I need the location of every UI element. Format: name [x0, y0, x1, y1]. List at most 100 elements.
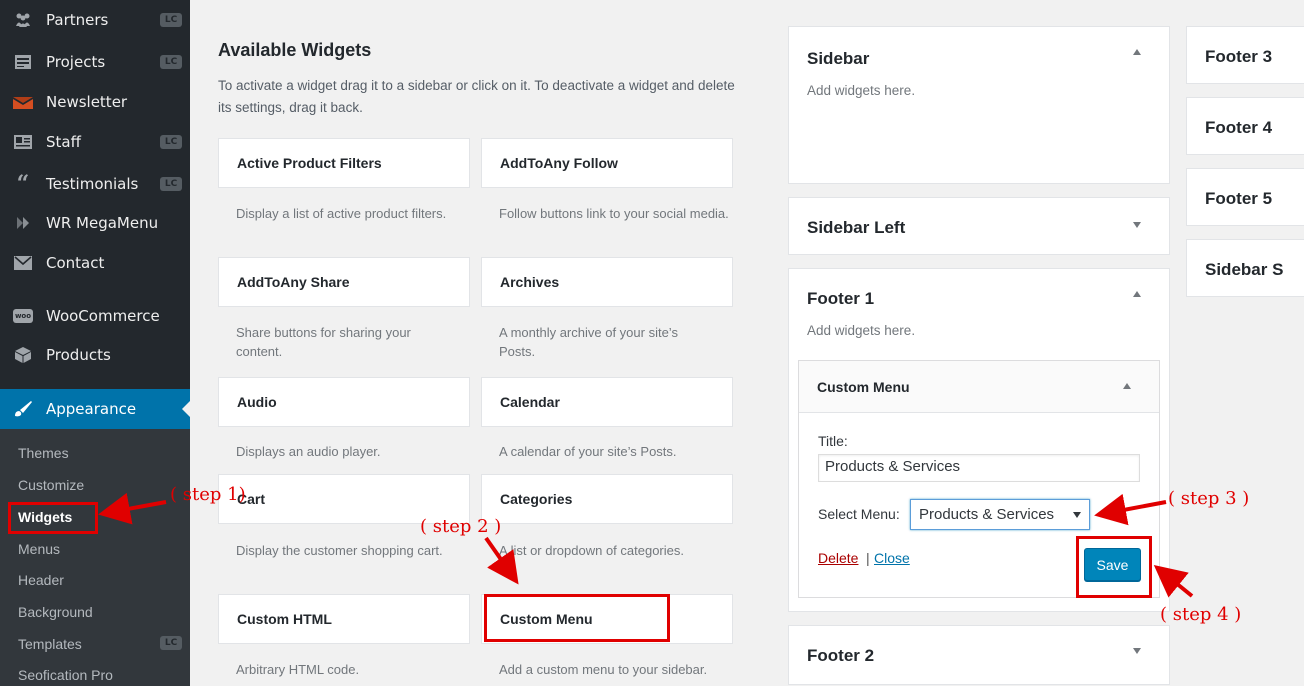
widget-description: Add a custom menu to your sidebar. [499, 662, 708, 677]
widget-title: Custom Menu [817, 379, 910, 395]
area-footer-5[interactable]: Footer 5 [1186, 168, 1304, 226]
area-title: Footer 1 [807, 289, 875, 308]
widget-description: Display the customer shopping cart. [236, 543, 443, 558]
submenu-menus[interactable]: Menus [18, 541, 60, 557]
highlight-custom-menu-widget [484, 594, 670, 642]
area-hint: Add widgets here. [807, 83, 916, 98]
submenu-header[interactable]: Header [18, 572, 64, 588]
megamenu-icon [0, 215, 46, 231]
sidebar-item-wr-megamenu[interactable]: WR MegaMenu [0, 205, 190, 241]
submenu-customize[interactable]: Customize [18, 477, 84, 493]
admin-sidebar: Partners LC Projects LC Newsletter Staff… [0, 0, 190, 686]
projects-icon [0, 54, 46, 70]
widget-addtoany-share[interactable]: AddToAny Share [218, 257, 470, 307]
newsletter-icon [0, 95, 46, 109]
widget-description: Display a list of active product filters… [236, 206, 447, 221]
sidebar-item-staff[interactable]: Staff LC [0, 124, 190, 160]
sidebar-item-label: Appearance [46, 400, 137, 418]
area-footer-4[interactable]: Footer 4 [1186, 97, 1304, 155]
lc-badge: LC [160, 13, 182, 27]
delete-link[interactable]: Delete [818, 550, 858, 566]
collapse-arrow-icon[interactable] [1123, 383, 1131, 389]
partners-icon [0, 12, 46, 28]
sidebar-item-label: WooCommerce [46, 307, 160, 325]
area-sidebar-s[interactable]: Sidebar S [1186, 239, 1304, 297]
title-label: Title: [818, 433, 848, 449]
close-link[interactable]: Close [874, 550, 910, 566]
select-menu-dropdown[interactable]: Products & Services [910, 499, 1090, 530]
submenu-background[interactable]: Background [18, 604, 93, 620]
paintbrush-icon [0, 400, 46, 418]
highlight-widgets-menu [8, 502, 98, 534]
sidebar-item-label: WR MegaMenu [46, 214, 159, 232]
area-sidebar-left[interactable]: Sidebar Left [788, 197, 1170, 255]
widget-description: Follow buttons link to your social media… [499, 206, 729, 221]
link-separator: | [866, 550, 870, 566]
widget-archives[interactable]: Archives [481, 257, 733, 307]
select-menu-label: Select Menu: [818, 506, 900, 522]
lc-badge: LC [160, 177, 182, 191]
products-icon [0, 346, 46, 364]
area-footer-2[interactable]: Footer 2 [788, 625, 1170, 685]
expand-arrow-icon[interactable] [1133, 222, 1141, 228]
sidebar-item-label: Contact [46, 254, 105, 272]
widget-description: Displays an audio player. [236, 444, 381, 459]
widget-addtoany-follow[interactable]: AddToAny Follow [481, 138, 733, 188]
area-title: Footer 3 [1205, 47, 1273, 66]
area-title: Sidebar [807, 49, 870, 68]
available-widgets-title: Available Widgets [218, 40, 372, 60]
step2-label: ( step 2 ) [420, 516, 502, 537]
submenu-templates[interactable]: Templates [18, 636, 82, 652]
lc-badge: LC [160, 135, 182, 149]
current-menu-arrow [182, 401, 190, 417]
step1-label: ( step 1) [170, 484, 246, 505]
quote-icon: “ [16, 171, 30, 197]
area-title: Footer 5 [1205, 189, 1273, 208]
sidebar-item-partners[interactable]: Partners LC [0, 2, 190, 38]
sidebar-item-label: Products [46, 346, 111, 364]
widget-description: A calendar of your site’s Posts. [499, 444, 677, 459]
area-title: Footer 2 [807, 646, 875, 665]
staff-icon [0, 135, 46, 149]
area-title: Sidebar Left [807, 218, 906, 237]
widget-description: Arbitrary HTML code. [236, 662, 360, 677]
area-sidebar[interactable]: Sidebar Add widgets here. [788, 26, 1170, 184]
sidebar-item-contact[interactable]: Contact [0, 245, 190, 281]
widget-categories[interactable]: Categories [481, 474, 733, 524]
submenu-seofication-pro[interactable]: Seofication Pro [18, 667, 113, 683]
widget-audio[interactable]: Audio [218, 377, 470, 427]
sidebar-item-projects[interactable]: Projects LC [0, 44, 190, 80]
widget-description: Share buttons for sharing your content. [236, 325, 411, 359]
area-footer-3[interactable]: Footer 3 [1186, 26, 1304, 84]
lc-badge: LC [160, 636, 182, 650]
available-widgets-description: To activate a widget drag it to a sideba… [218, 78, 735, 115]
widget-description: A list or dropdown of categories. [499, 543, 684, 558]
title-input[interactable]: Products & Services [818, 454, 1140, 482]
sidebar-item-appearance[interactable]: Appearance [0, 389, 190, 429]
widget-calendar[interactable]: Calendar [481, 377, 733, 427]
widget-active-product-filters[interactable]: Active Product Filters [218, 138, 470, 188]
sidebar-item-woocommerce[interactable]: woo WooCommerce [0, 298, 190, 334]
lc-badge: LC [160, 55, 182, 69]
area-hint: Add widgets here. [807, 323, 916, 338]
custom-menu-widget-header[interactable]: Custom Menu [799, 361, 1159, 413]
step4-label: ( step 4 ) [1160, 604, 1242, 625]
sidebar-item-testimonials[interactable]: “ Testimonials LC [0, 166, 190, 202]
sidebar-item-newsletter[interactable]: Newsletter [0, 84, 190, 120]
select-menu-value: Products & Services [919, 506, 1055, 523]
step3-label: ( step 3 ) [1168, 488, 1250, 509]
widget-description: A monthly archive of your site’s Posts. [499, 325, 678, 359]
area-title: Sidebar S [1205, 260, 1284, 279]
area-title: Footer 4 [1205, 118, 1273, 137]
appearance-submenu: Themes Customize Widgets Menus Header Ba… [0, 429, 190, 686]
woocommerce-icon: woo [0, 309, 46, 323]
sidebar-item-products[interactable]: Products [0, 337, 190, 373]
widget-custom-html[interactable]: Custom HTML [218, 594, 470, 644]
expand-arrow-icon[interactable] [1133, 648, 1141, 654]
highlight-save-button [1076, 536, 1152, 598]
submenu-themes[interactable]: Themes [18, 445, 69, 461]
mail-icon [0, 256, 46, 270]
collapse-arrow-icon[interactable] [1133, 49, 1141, 55]
collapse-arrow-icon[interactable] [1133, 291, 1141, 297]
sidebar-item-label: Newsletter [46, 93, 128, 111]
